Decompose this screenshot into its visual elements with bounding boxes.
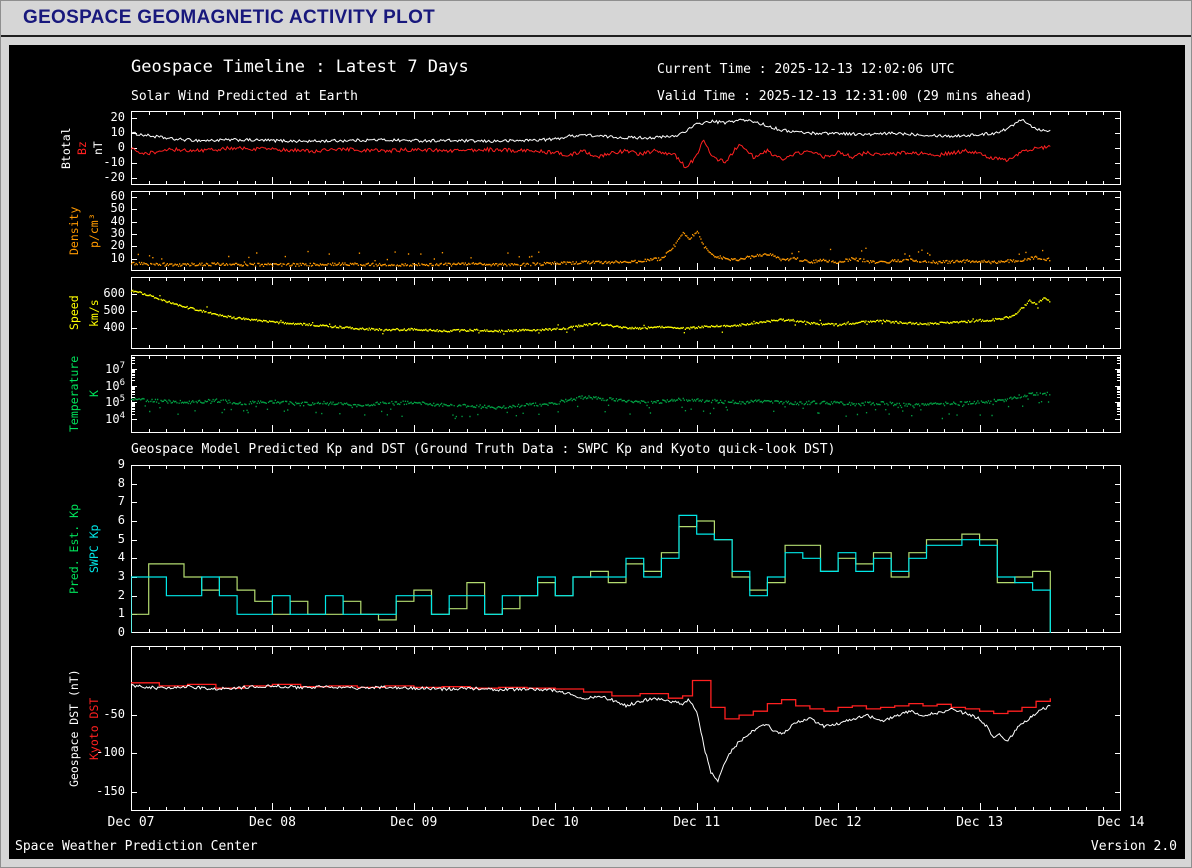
axis-label-btotal: Btotal xyxy=(59,127,73,169)
ytick-label-speed: 600 xyxy=(103,286,125,301)
ytick-label-temperature: 104 xyxy=(105,411,125,427)
series-bz xyxy=(131,139,1051,169)
ytick-label-bfield: 20 xyxy=(110,110,125,125)
footer-credit: Space Weather Prediction Center xyxy=(15,839,258,854)
ytick-label-kp: 5 xyxy=(117,531,125,546)
series-btotal xyxy=(131,118,1051,144)
panel-temperature xyxy=(131,355,1121,433)
x-axis-label-dec-07: Dec 07 xyxy=(107,815,155,830)
axis-label-pred-est-kp: Pred. Est. Kp xyxy=(67,504,81,595)
axis-label-k: K xyxy=(87,390,101,398)
series-density xyxy=(131,230,1051,267)
ytick-label-kp: 3 xyxy=(117,569,125,583)
ytick-label-kp: 4 xyxy=(117,550,125,565)
series-kyoto-dst xyxy=(131,679,1051,720)
axis-label-density: Density xyxy=(67,206,81,256)
ytick-label-bfield: 0 xyxy=(117,140,125,154)
panel-speed xyxy=(131,277,1121,349)
panel-kp xyxy=(131,465,1121,633)
ytick-label-kp: 0 xyxy=(117,625,125,639)
x-axis-label-dec-08: Dec 08 xyxy=(248,815,296,830)
solar-wind-subtitle: Solar Wind Predicted at Earth xyxy=(131,89,358,104)
axis-label-km-s: km/s xyxy=(87,299,101,327)
ytick-label-kp: 7 xyxy=(117,494,125,509)
panel-density xyxy=(131,191,1121,271)
series-temperature xyxy=(131,391,1051,420)
page-header: GEOSPACE GEOMAGNETIC ACTIVITY PLOT xyxy=(1,1,1191,37)
axis-label-p-cm: p/cm³ xyxy=(87,213,101,249)
x-axis-label-dec-09: Dec 09 xyxy=(390,815,438,830)
current-time: Current Time : 2025-12-13 12:02:06 UTC xyxy=(657,62,955,77)
ytick-label-kp: 6 xyxy=(117,513,125,527)
geospace-plot: Geospace Timeline : Latest 7 Days Curren… xyxy=(9,45,1185,859)
axis-label-swpc-kp: SWPC Kp xyxy=(87,524,101,574)
x-axis-label-dec-10: Dec 10 xyxy=(531,815,579,830)
ytick-label-temperature: 106 xyxy=(105,377,125,393)
ytick-label-kp: 8 xyxy=(117,475,125,490)
ytick-label-bfield: -20 xyxy=(103,169,125,184)
kp-dst-subtitle: Geospace Model Predicted Kp and DST (Gro… xyxy=(131,442,836,457)
ytick-label-temperature: 105 xyxy=(105,394,125,410)
axis-label-temperature: Temperature xyxy=(67,355,81,433)
x-axis-label-dec-12: Dec 12 xyxy=(814,815,862,830)
panel-dst xyxy=(131,646,1121,811)
panel-bfield xyxy=(131,111,1121,185)
plot-title: Geospace Timeline : Latest 7 Days xyxy=(131,57,469,77)
valid-time: Valid Time : 2025-12-13 12:31:00 (29 min… xyxy=(657,89,1033,104)
axis-label-kyoto-dst: Kyoto DST xyxy=(87,697,101,760)
ytick-label-speed: 400 xyxy=(103,320,125,335)
ytick-label-dst: -50 xyxy=(103,707,125,722)
page: GEOSPACE GEOMAGNETIC ACTIVITY PLOT Geosp… xyxy=(0,0,1192,868)
ytick-label-temperature: 107 xyxy=(105,360,125,376)
ytick-label-speed: 500 xyxy=(103,303,125,318)
ytick-label-bfield: 10 xyxy=(110,125,125,140)
ytick-label-kp: 9 xyxy=(117,457,125,471)
series-speed xyxy=(131,289,1051,335)
ytick-label-bfield: -10 xyxy=(103,154,125,169)
footer-version: Version 2.0 xyxy=(1090,839,1177,854)
page-title: GEOSPACE GEOMAGNETIC ACTIVITY PLOT xyxy=(23,7,436,28)
x-axis-label-dec-11: Dec 11 xyxy=(673,815,721,830)
axis-label-bz: Bz xyxy=(75,141,89,155)
x-axis-label-dec-13: Dec 13 xyxy=(956,815,1004,830)
axis-label-speed: Speed xyxy=(67,295,81,331)
ytick-label-density: 10 xyxy=(110,250,125,265)
axis-label-nt: nT xyxy=(91,141,105,155)
ytick-label-kp: 1 xyxy=(117,606,125,621)
series-geospace-dst xyxy=(131,683,1051,783)
axis-label-geospace-dst-nt: Geospace DST (nT) xyxy=(67,669,81,788)
ytick-label-kp: 2 xyxy=(117,587,125,602)
x-axis-label-dec-14: Dec 14 xyxy=(1097,815,1145,830)
